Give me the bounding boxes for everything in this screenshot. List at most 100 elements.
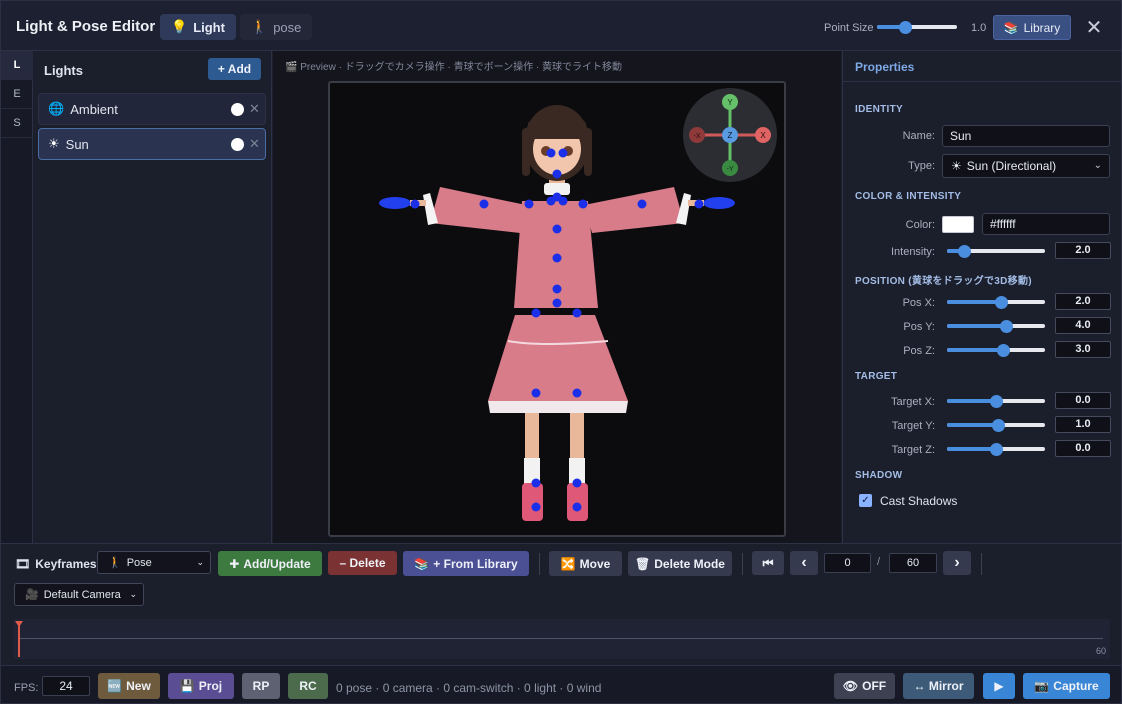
tab-pose[interactable]: 🚶 pose <box>240 14 313 40</box>
timeline-line <box>20 638 1103 639</box>
target-z-label: Target Z: <box>891 444 935 456</box>
target-y-slider[interactable] <box>947 419 1045 432</box>
play-button[interactable]: ▶ <box>983 673 1015 699</box>
type-select[interactable]: ☀ Sun (Directional) ⌄ <box>942 154 1110 178</box>
camera-select-value: Default Camera <box>43 588 121 601</box>
pos-z-value[interactable]: 3.0 <box>1055 341 1111 358</box>
lights-panel: Lights + Add 🌐 Ambient ✕ ☀ Sun ✕ <box>34 51 272 543</box>
type-label: Type: <box>908 160 935 172</box>
next-frame-button[interactable]: › <box>943 551 971 575</box>
mirror-button[interactable]: ↔ Mirror <box>903 673 974 699</box>
delete-mode-label: Delete Mode <box>654 556 725 571</box>
books-icon: 📚 <box>414 556 430 571</box>
fps-input[interactable]: 24 <box>42 676 90 696</box>
point-size-slider[interactable] <box>877 21 957 34</box>
intensity-slider[interactable] <box>947 245 1045 258</box>
color-hex-input[interactable]: #ffffff <box>982 213 1110 235</box>
type-select-value: Sun (Directional) <box>966 159 1057 173</box>
capture-button[interactable]: 📷 Capture <box>1023 673 1110 699</box>
side-tab-e[interactable]: E <box>1 80 33 109</box>
gizmo-label-down: -Y <box>727 166 734 173</box>
orientation-gizmo[interactable]: Y -Y -X X Z <box>683 88 777 182</box>
new-file-icon: 🆕 <box>107 679 123 693</box>
light-item-sun[interactable]: ☀ Sun ✕ <box>38 128 266 160</box>
off-label: OFF <box>862 679 887 693</box>
character-render[interactable]: Y -Y -X X Z <box>330 83 784 535</box>
from-library-button[interactable]: 📚 + From Library <box>403 551 529 576</box>
keyframes-bar: 🎞 Keyframes 🚶 Pose ⌄ ✚ Add/Update – Dele… <box>1 543 1121 613</box>
rc-button[interactable]: RC <box>288 673 328 699</box>
section-identity: IDENTITY <box>855 104 903 115</box>
delete-light-icon[interactable]: ✕ <box>249 136 260 152</box>
light-color-dot <box>231 103 244 116</box>
gizmo-label-right: X <box>760 131 766 140</box>
gizmo-label-center: Z <box>728 131 733 140</box>
walking-figure-icon: 🚶 <box>108 557 122 569</box>
point-size-value: 1.0 <box>971 22 987 34</box>
add-update-label: Add/Update <box>243 556 311 571</box>
close-button[interactable]: ✕ <box>1083 15 1105 39</box>
pos-y-value[interactable]: 4.0 <box>1055 317 1111 334</box>
plus-icon: ✚ <box>229 556 240 571</box>
floppy-icon: 💾 <box>179 679 195 693</box>
cast-shadows-checkbox[interactable]: ✓ <box>859 494 872 507</box>
pos-x-slider[interactable] <box>947 296 1045 309</box>
camera-select[interactable]: 🎥 Default Camera ⌄ <box>14 583 144 606</box>
shuffle-icon: 🔀 <box>560 556 576 571</box>
timeline-track[interactable]: 60 <box>13 619 1110 659</box>
editor-window: Light & Pose Editor 💡 Light 🚶 pose Point… <box>0 0 1122 704</box>
keyframe-mode-value: Pose <box>126 556 152 569</box>
pos-x-value[interactable]: 2.0 <box>1055 293 1111 310</box>
tab-light[interactable]: 💡 Light <box>160 14 236 40</box>
light-color-dot <box>231 138 244 151</box>
delete-mode-button[interactable]: 🗑 Delete Mode <box>628 551 732 576</box>
side-tab-s[interactable]: S <box>1 109 33 138</box>
first-frame-button[interactable]: ⏮ <box>752 551 784 575</box>
target-y-value[interactable]: 1.0 <box>1055 416 1111 433</box>
bottom-bar: FPS: 24 🆕 New 💾 Proj RP RC 0 pose · 0 ca… <box>1 665 1121 703</box>
target-x-slider[interactable] <box>947 395 1045 408</box>
color-swatch[interactable] <box>942 216 974 233</box>
toggle-off-button[interactable]: 👁 OFF <box>834 673 895 699</box>
project-button[interactable]: 💾 Proj <box>168 673 234 699</box>
point-size-label: Point Size <box>824 22 874 34</box>
library-label: Library <box>1023 20 1061 35</box>
capture-label: Capture <box>1053 679 1099 693</box>
total-frames-input[interactable]: 60 <box>889 553 937 573</box>
rp-button[interactable]: RP <box>242 673 280 699</box>
eye-icon: 👁 <box>842 679 859 693</box>
keyframe-mode-select[interactable]: 🚶 Pose ⌄ <box>97 551 211 574</box>
properties-panel: Properties IDENTITY Name: Sun Type: ☀ Su… <box>842 51 1121 543</box>
add-light-button[interactable]: + Add <box>208 58 261 80</box>
target-z-slider[interactable] <box>947 443 1045 456</box>
3d-viewport[interactable]: Y -Y -X X Z <box>328 81 786 537</box>
move-button[interactable]: 🔀 Move <box>549 551 622 576</box>
delete-keyframe-button[interactable]: – Delete <box>328 551 397 575</box>
add-update-button[interactable]: ✚ Add/Update <box>218 551 322 576</box>
target-x-value[interactable]: 0.0 <box>1055 392 1111 409</box>
name-input[interactable]: Sun <box>942 125 1110 147</box>
current-frame-input[interactable]: 0 <box>824 553 871 573</box>
camera-icon: 🎥 <box>25 589 39 601</box>
keyframes-label: 🎞 Keyframes <box>15 557 97 571</box>
properties-title: Properties <box>855 60 915 74</box>
intensity-value[interactable]: 2.0 <box>1055 242 1111 259</box>
preview-caption: 🎬 Preview · ドラッグでカメラ操作 · 青球でボーン操作 · 黄球でラ… <box>285 58 622 73</box>
section-color-intensity: COLOR & INTENSITY <box>855 191 962 202</box>
pos-y-slider[interactable] <box>947 320 1045 333</box>
prev-frame-button[interactable]: ‹ <box>790 551 818 575</box>
new-label: New <box>126 679 151 693</box>
section-shadow: SHADOW <box>855 470 903 481</box>
sun-icon: ☀ <box>48 136 60 151</box>
side-tab-lights[interactable]: L <box>1 51 33 80</box>
library-button[interactable]: 📚 Library <box>993 15 1071 40</box>
section-target: TARGET <box>855 371 898 382</box>
playhead-marker-icon[interactable] <box>15 621 23 627</box>
target-z-value[interactable]: 0.0 <box>1055 440 1111 457</box>
lights-title: Lights <box>44 63 83 78</box>
new-button[interactable]: 🆕 New <box>98 673 160 699</box>
light-item-ambient[interactable]: 🌐 Ambient ✕ <box>38 93 266 125</box>
delete-light-icon[interactable]: ✕ <box>249 101 260 117</box>
pos-z-slider[interactable] <box>947 344 1045 357</box>
timeline-end-label: 60 <box>1095 646 1106 656</box>
